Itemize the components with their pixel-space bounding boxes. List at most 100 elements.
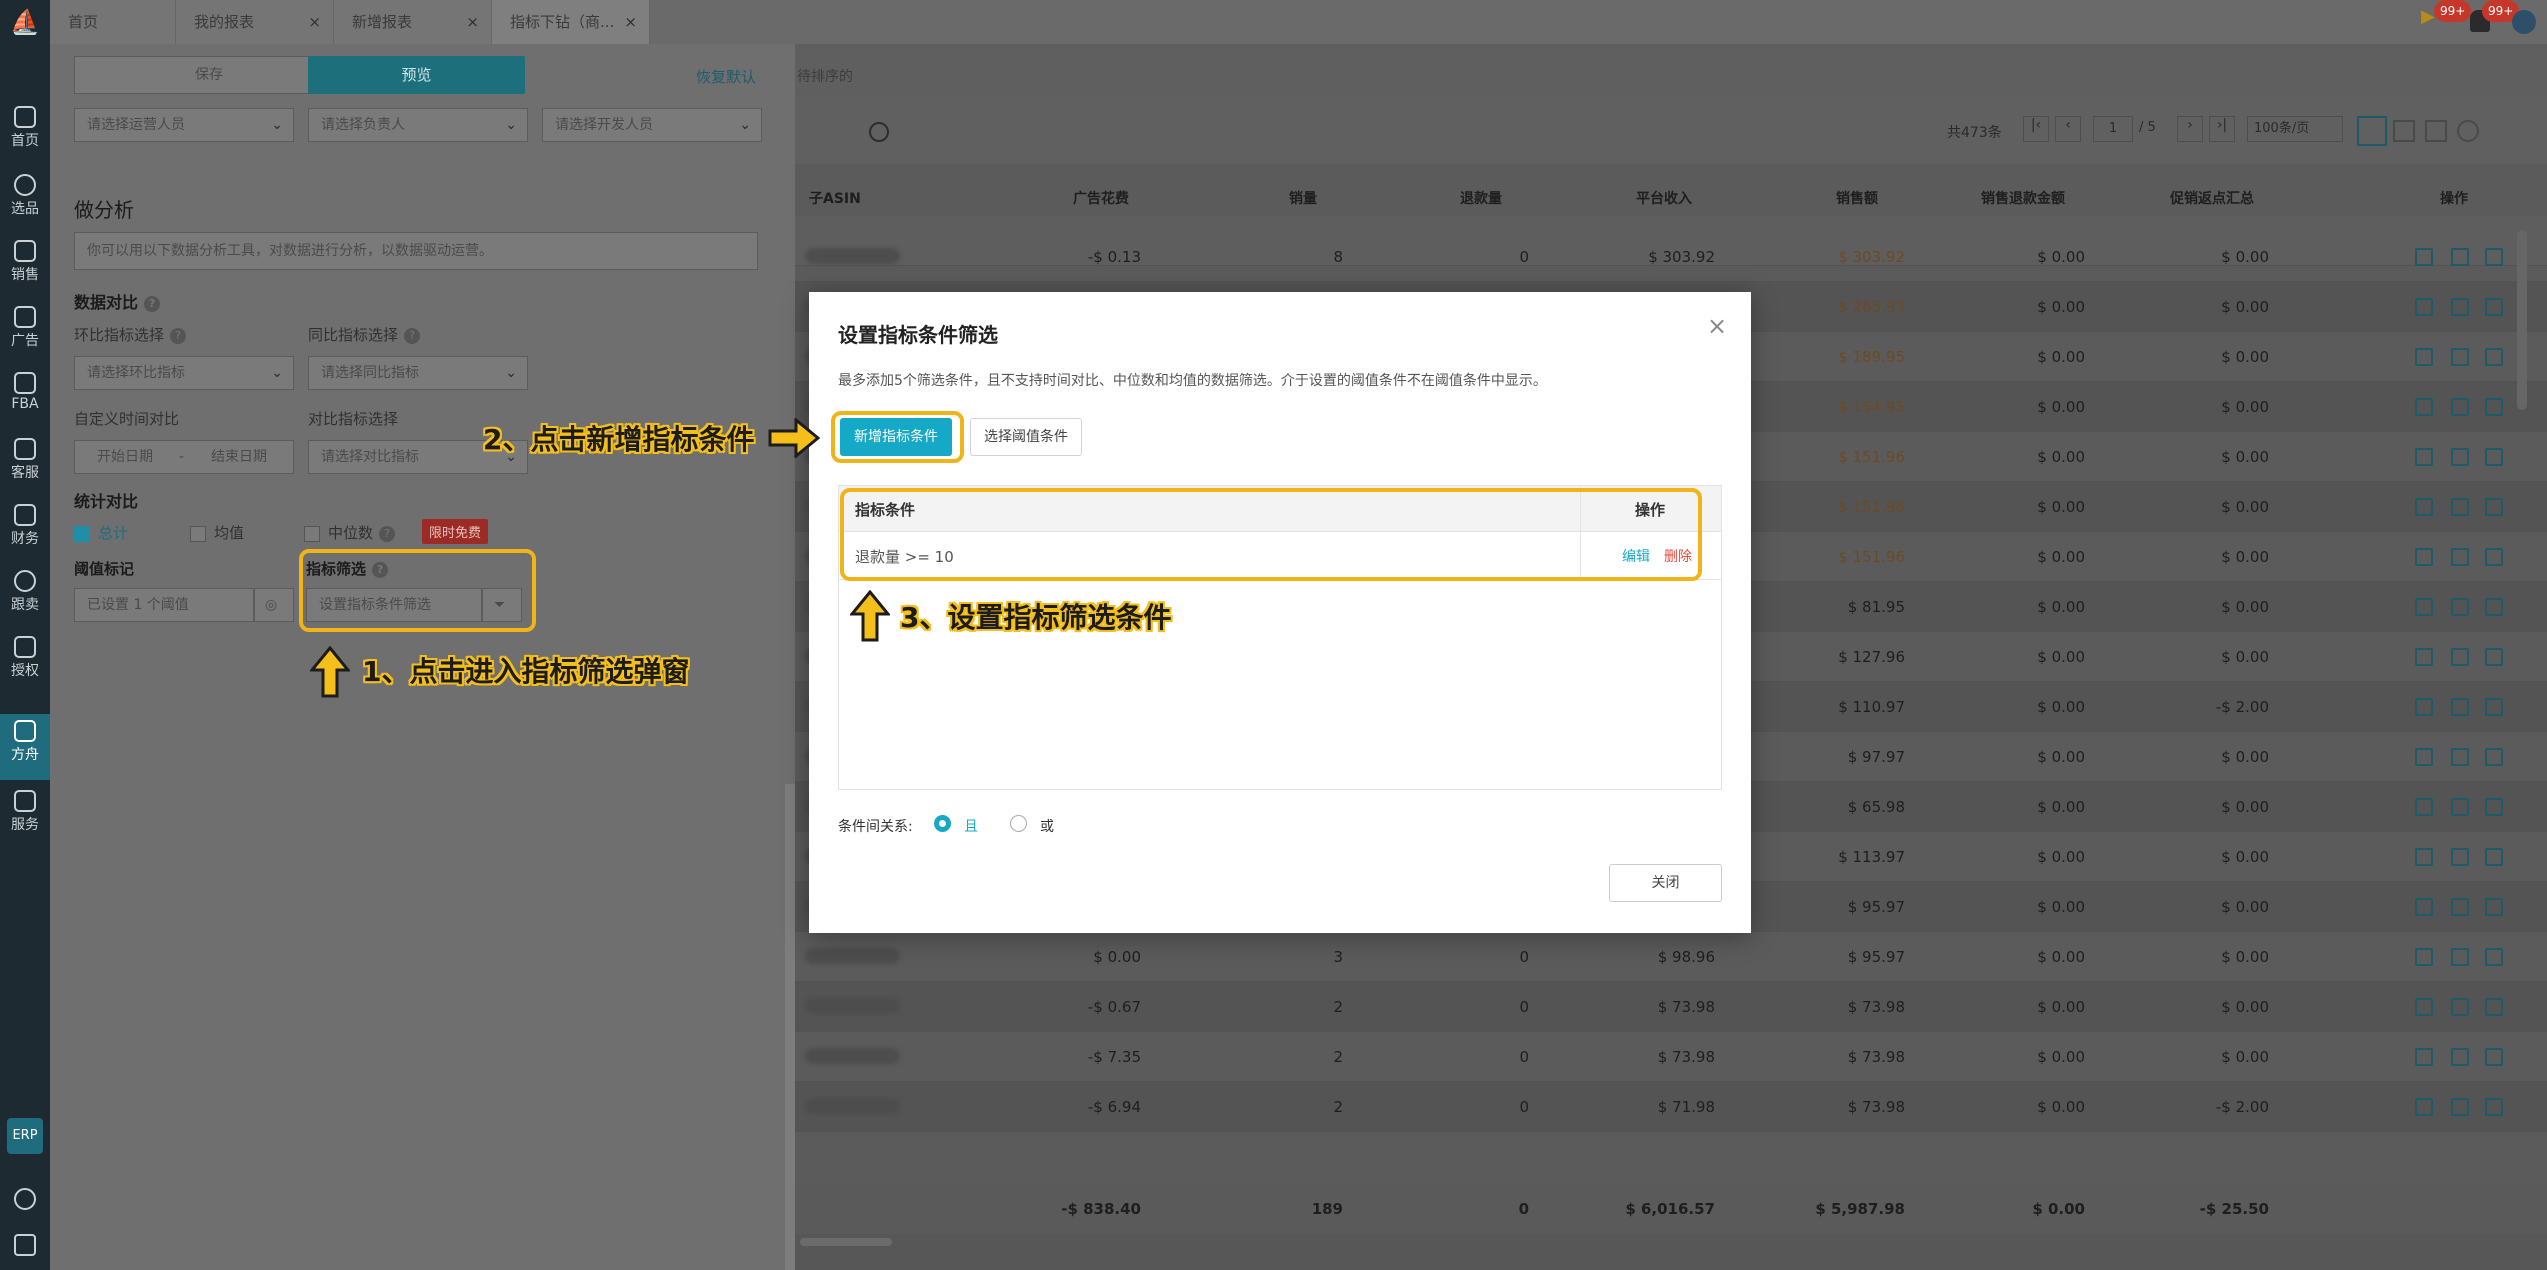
erp-switch-button[interactable]: ERP [7,1118,43,1154]
bar-chart-icon[interactable] [2485,648,2503,666]
col-header-ad-spend[interactable]: 广告花费 [1073,188,1129,208]
detail-icon[interactable] [2415,598,2433,616]
average-checkbox[interactable]: 均值 [190,522,244,543]
close-button[interactable]: 关闭 [1609,864,1722,902]
date-range-picker[interactable]: 开始日期 - 结束日期 [74,440,294,474]
list-view-icon[interactable] [2393,120,2415,142]
bar-chart-icon[interactable] [2485,348,2503,366]
help-icon[interactable] [14,1188,36,1210]
preview-button[interactable]: 预览 [308,56,525,94]
trend-icon[interactable] [2451,848,2469,866]
trend-icon[interactable] [2451,898,2469,916]
trend-icon[interactable] [2451,498,2469,516]
nav-item-services[interactable]: 服务 [0,784,50,844]
detail-icon[interactable] [2415,298,2433,316]
detail-icon[interactable] [2415,248,2433,266]
help-icon[interactable]: ? [404,327,421,344]
radio-and[interactable] [934,815,951,832]
bar-chart-icon[interactable] [2485,448,2503,466]
bar-chart-icon[interactable] [2485,548,2503,566]
yoy-metric-select[interactable]: 请选择同比指标 ⌄ [308,356,528,390]
bar-chart-icon[interactable] [2485,998,2503,1016]
prev-page-button[interactable]: ‹ [2055,116,2081,142]
median-checkbox[interactable]: 中位数? [304,522,396,543]
detail-icon[interactable] [2415,798,2433,816]
bar-chart-icon[interactable] [2485,1098,2503,1116]
help-icon[interactable]: ? [144,295,161,312]
nav-item-ark[interactable]: 方舟 [0,714,50,780]
nav-item-sales[interactable]: 销售 [0,234,50,294]
bar-chart-icon[interactable] [2485,248,2503,266]
owner-select[interactable]: 请选择负责人 ⌄ [308,108,528,142]
bar-chart-icon[interactable] [2485,948,2503,966]
trend-icon[interactable] [2451,598,2469,616]
detail-icon[interactable] [2415,1098,2433,1116]
grid-scrollbar[interactable] [2517,230,2527,410]
bar-chart-icon[interactable] [2485,748,2503,766]
nav-item-service[interactable]: 客服 [0,432,50,492]
first-page-button[interactable]: |‹ [2023,116,2049,142]
bar-chart-icon[interactable] [2485,498,2503,516]
search-icon[interactable] [869,122,889,142]
trend-icon[interactable] [2451,348,2469,366]
nav-item-ads[interactable]: 广告 [0,300,50,360]
table-view-icon[interactable] [2357,116,2387,146]
end-date-input[interactable]: 结束日期 [211,441,267,473]
detail-icon[interactable] [2415,648,2433,666]
gift-icon[interactable] [14,1234,36,1256]
detail-icon[interactable] [2415,748,2433,766]
threshold-input[interactable]: 已设置 1 个阈值 [74,588,254,622]
detail-icon[interactable] [2415,998,2433,1016]
operator-select[interactable]: 请选择运营人员 ⌄ [74,108,294,142]
tab-home[interactable]: 首页 [50,0,176,44]
detail-icon[interactable] [2415,1048,2433,1066]
detail-icon[interactable] [2415,448,2433,466]
panel-scrollbar[interactable] [785,784,795,1270]
nav-item-home[interactable]: 首页 [0,100,50,160]
nav-item-follow[interactable]: 跟卖 [0,564,50,624]
trend-icon[interactable] [2451,548,2469,566]
radio-or-label[interactable]: 或 [1040,816,1054,836]
tab-my-reports[interactable]: 我的报表 × [176,0,334,44]
close-icon[interactable]: × [466,0,479,44]
trend-icon[interactable] [2451,698,2469,716]
trend-icon[interactable] [2451,1048,2469,1066]
avatar[interactable] [2512,10,2536,34]
detail-icon[interactable] [2415,698,2433,716]
trend-icon[interactable] [2451,398,2469,416]
nav-item-fba[interactable]: FBA [0,366,50,426]
start-date-input[interactable]: 开始日期 [97,441,153,473]
bar-chart-icon[interactable] [2485,598,2503,616]
col-header-asin[interactable]: 子ASIN [809,188,861,208]
detail-icon[interactable] [2415,848,2433,866]
bar-chart-icon[interactable] [2485,1048,2503,1066]
col-header-platform-income[interactable]: 平台收入 [1636,188,1692,208]
help-icon[interactable]: ? [379,525,396,542]
nav-item-auth[interactable]: 授权 [0,630,50,690]
col-header-refund-qty[interactable]: 退款量 [1460,188,1502,208]
save-dropdown[interactable]: 保存⌄ [74,56,344,94]
close-icon[interactable]: × [308,0,321,44]
brand-logo-icon[interactable]: ⛵ [10,8,40,42]
bar-chart-icon[interactable] [2425,120,2447,142]
page-input[interactable]: 1 [2093,116,2133,142]
tab-new-report[interactable]: 新增报表 × [334,0,492,44]
col-header-sales-qty[interactable]: 销量 [1289,188,1317,208]
trend-icon[interactable] [2451,248,2469,266]
close-icon[interactable]: × [624,0,637,44]
page-size-select[interactable]: 100条/页 [2247,116,2343,142]
threshold-setting-button[interactable]: ◎ [254,588,294,622]
bar-chart-icon[interactable] [2485,848,2503,866]
bar-chart-icon[interactable] [2485,798,2503,816]
bar-chart-icon[interactable] [2485,398,2503,416]
detail-icon[interactable] [2415,348,2433,366]
help-icon[interactable]: ? [170,327,187,344]
last-page-button[interactable]: ›| [2209,116,2235,142]
restore-default-link[interactable]: 恢复默认 [696,66,756,87]
detail-icon[interactable] [2415,948,2433,966]
radio-and-label[interactable]: 且 [964,816,978,836]
trend-icon[interactable] [2451,448,2469,466]
col-header-sales-amount[interactable]: 销售额 [1836,188,1878,208]
bar-chart-icon[interactable] [2485,698,2503,716]
trend-icon[interactable] [2451,798,2469,816]
